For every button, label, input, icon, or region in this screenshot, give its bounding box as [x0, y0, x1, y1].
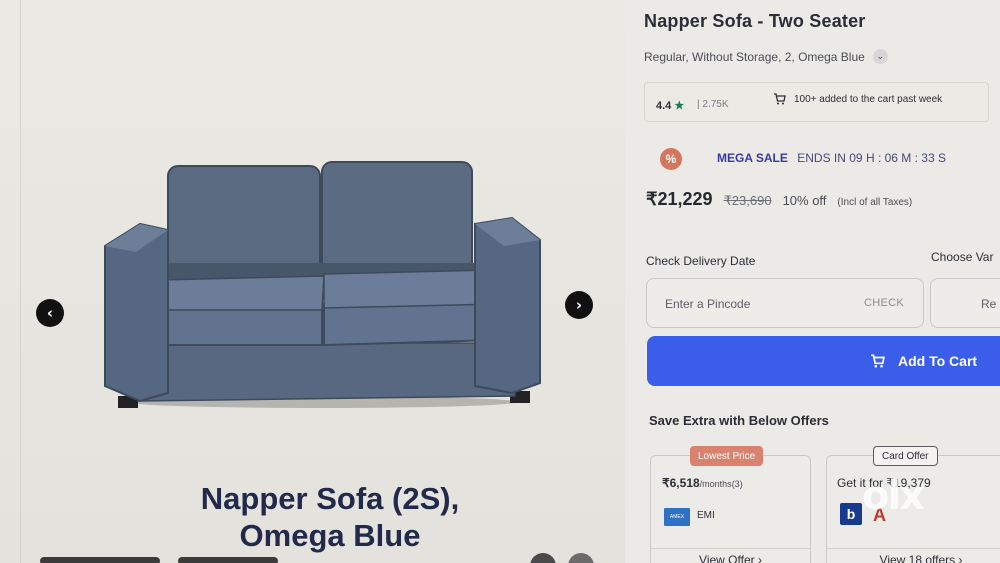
sale-label: MEGA SALE	[717, 151, 788, 165]
product-gallery: ‹ › Napper Sofa (2S), Omega Blue	[0, 0, 625, 563]
delivery-label: Check Delivery Date	[646, 254, 756, 268]
cart-activity: 100+ added to the cart past week	[773, 93, 942, 105]
star-icon: ★	[674, 100, 685, 112]
sale-price: ₹21,229	[646, 189, 713, 209]
offer-badge: Card Offer	[873, 446, 938, 466]
variant-selector[interactable]: Regular, Without Storage, 2, Omega Blue …	[644, 49, 888, 64]
sale-badge-icon: %	[660, 148, 682, 170]
product-details: Napper Sofa - Two Seater Regular, Withou…	[625, 0, 1000, 563]
emi-label: EMI	[697, 510, 715, 521]
check-button[interactable]: CHECK	[864, 297, 904, 309]
amex-logo: AMEX	[664, 508, 690, 526]
cart-icon	[774, 93, 786, 105]
gallery-prev-button[interactable]: ‹	[36, 299, 64, 327]
choose-variant-label: Choose Var	[931, 250, 994, 264]
cart-activity-text: 100+ added to the cart past week	[794, 93, 943, 105]
product-caption: Napper Sofa (2S), Omega Blue	[120, 480, 540, 554]
offers-title: Save Extra with Below Offers	[649, 413, 829, 428]
rating-box: 4.4 ★ | 2.75K 100+ added to the cart pas…	[644, 82, 989, 122]
rating-number: 4.4	[656, 100, 672, 112]
product-title: Napper Sofa - Two Seater	[644, 11, 866, 31]
cart-icon	[871, 354, 885, 368]
add-to-cart-label: Add To Cart	[898, 353, 978, 369]
price-row: ₹21,229 ₹23,690 10% off (Incl of all Tax…	[646, 189, 912, 210]
thumbnail-dot[interactable]	[530, 553, 556, 563]
caption-line-1: Napper Sofa (2S),	[200, 481, 460, 516]
sofa-image	[104, 161, 541, 408]
bank-logo: b	[840, 503, 862, 525]
variant-option-label: Re	[981, 297, 997, 311]
thumbnail-strip[interactable]	[178, 557, 278, 563]
chevron-left-icon: ‹	[46, 304, 54, 322]
sale-banner: MEGA SALE ENDS IN 09 H : 06 M : 33 S	[717, 151, 946, 165]
variant-option[interactable]: Re	[930, 278, 1000, 328]
pincode-field[interactable]: Enter a Pincode CHECK	[646, 278, 924, 328]
view-offer-link[interactable]: View Offer ›	[651, 548, 810, 563]
emi-amount: ₹6,518/months(3)	[662, 476, 743, 490]
offer-badge: Lowest Price	[690, 446, 764, 466]
thumbnail-strip[interactable]	[40, 557, 160, 563]
olx-watermark: olx	[862, 473, 925, 519]
gallery-next-button[interactable]: ›	[565, 291, 593, 319]
offer-card-emi[interactable]: Lowest Price ₹6,518/months(3) AMEX EMI V…	[650, 446, 811, 563]
tax-note: (Incl of all Taxes)	[837, 197, 913, 208]
caption-line-2: Omega Blue	[239, 518, 421, 553]
view-offers-link[interactable]: View 18 offers ›	[827, 548, 1000, 563]
chevron-right-icon: ›	[575, 296, 583, 314]
product-image[interactable]	[100, 158, 545, 413]
rating-value: 4.4 ★	[656, 99, 684, 112]
thumbnail-dot[interactable]	[568, 553, 594, 563]
variant-text: Regular, Without Storage, 2, Omega Blue	[644, 49, 865, 64]
gallery-edge	[20, 0, 21, 563]
add-to-cart-button[interactable]: Add To Cart	[647, 336, 1000, 386]
discount: 10% off	[782, 193, 827, 208]
original-price: ₹23,690	[723, 193, 772, 208]
rating-count[interactable]: | 2.75K	[697, 99, 729, 110]
sale-countdown: ENDS IN 09 H : 06 M : 33 S	[797, 151, 946, 165]
pincode-input[interactable]: Enter a Pincode	[665, 297, 750, 311]
chevron-down-icon: ⌄	[872, 49, 888, 64]
